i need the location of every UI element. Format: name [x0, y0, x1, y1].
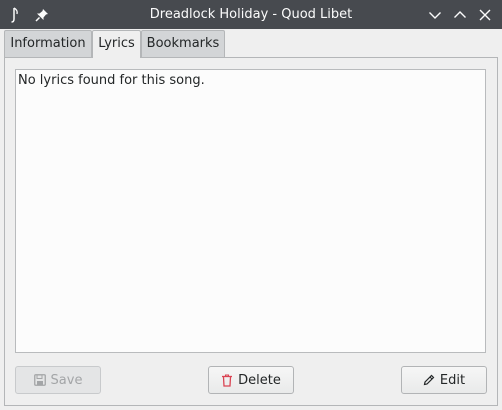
floppy-disk-icon — [33, 374, 46, 386]
edit-button-label: Edit — [439, 372, 466, 388]
app-window: Dreadlock Holiday - Quod Libet Informati… — [0, 0, 502, 410]
trash-icon — [221, 373, 233, 387]
title-bar[interactable]: Dreadlock Holiday - Quod Libet — [0, 0, 502, 29]
chevron-up-icon[interactable] — [449, 0, 471, 29]
tab-lyrics[interactable]: Lyrics — [92, 30, 141, 58]
delete-button[interactable]: Delete — [208, 366, 294, 394]
pencil-icon — [423, 374, 435, 386]
save-button-label: Save — [50, 372, 83, 388]
lyrics-text: No lyrics found for this song. — [18, 73, 205, 88]
tab-bookmarks[interactable]: Bookmarks — [141, 30, 225, 57]
tab-information[interactable]: Information — [4, 30, 92, 57]
save-button[interactable]: Save — [15, 366, 101, 394]
edit-button[interactable]: Edit — [401, 366, 487, 394]
close-icon[interactable] — [474, 0, 496, 29]
delete-button-label: Delete — [238, 372, 281, 388]
lyrics-textview[interactable]: No lyrics found for this song. — [15, 69, 486, 353]
chevron-down-icon[interactable] — [424, 0, 446, 29]
